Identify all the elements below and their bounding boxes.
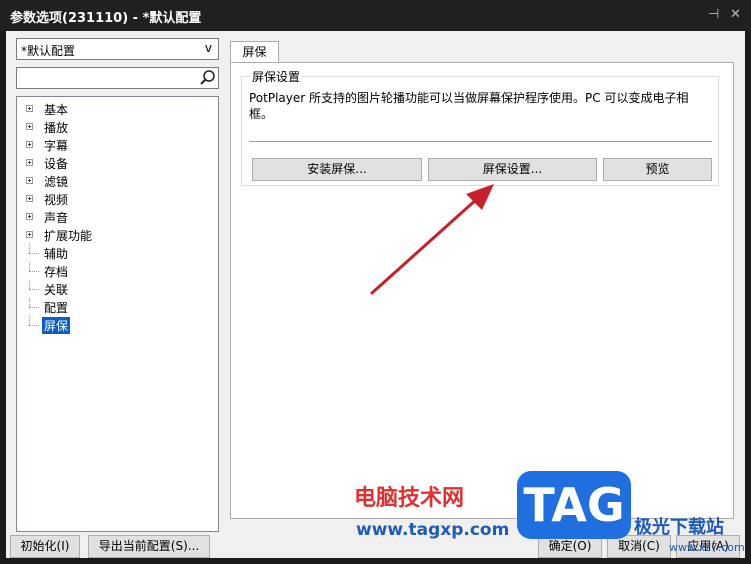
tree-item[interactable]: 播放 (17, 118, 217, 136)
tree-item-label: 扩展功能 (44, 229, 93, 243)
tree-item[interactable]: 扩展功能 (17, 226, 217, 244)
watermark-logo: TAG (517, 471, 631, 539)
expand-icon[interactable] (26, 105, 33, 112)
tree-item-label: 声音 (44, 211, 69, 225)
expand-icon[interactable] (26, 195, 33, 202)
watermark-url-2: www.xz7.com (669, 541, 745, 554)
expand-icon[interactable] (26, 177, 33, 184)
expand-icon[interactable] (26, 123, 33, 130)
tree-item-label: 辅助 (44, 247, 69, 261)
export-config-button[interactable]: 导出当前配置(S)... (88, 535, 210, 558)
preview-button[interactable]: 预览 (603, 158, 712, 181)
reset-button[interactable]: 初始化(I) (10, 535, 80, 558)
group-title: 屏保设置 (250, 68, 303, 85)
dialog-client: *默认配置 v 基本 播放 字幕 设备 滤镜 视频 声音 扩展功能 辅助 存档 关联 配置 屏保 屏保 … (6, 31, 745, 558)
screensaver-group: 屏保设置 PotPlayer 所支持的图片轮播功能可以当做屏幕保护程序使用。PC… (241, 68, 719, 186)
watermark-site: 极光下载站 (634, 517, 724, 538)
tree-connector (29, 271, 39, 272)
screensaver-settings-button[interactable]: 屏保设置... (428, 158, 597, 181)
tree-item[interactable]: 屏保 (17, 316, 217, 334)
tree-item-label: 字幕 (44, 139, 69, 153)
tree-connector (29, 307, 39, 308)
tree-item[interactable]: 关联 (17, 280, 217, 298)
tree-item-label: 存档 (44, 265, 69, 279)
watermark-text: 电脑技术网 (354, 486, 465, 511)
tree-item[interactable]: 配置 (17, 298, 217, 316)
watermark-url: www.tagxp.com (356, 520, 510, 540)
tree-item[interactable]: 设备 (17, 154, 217, 172)
tree-item[interactable]: 字幕 (17, 136, 217, 154)
expand-icon[interactable] (26, 231, 33, 238)
chevron-down-icon: v (204, 41, 212, 55)
tree-item[interactable]: 辅助 (17, 244, 217, 262)
tree-item-label: 关联 (44, 283, 69, 297)
title-bar: 参数选项(231110) - *默认配置 ⊣ ✕ (0, 0, 751, 31)
expand-icon[interactable] (26, 213, 33, 220)
tree-connector (29, 262, 30, 271)
preset-value: *默认配置 (21, 44, 76, 58)
tree-connector (29, 325, 39, 326)
tree-connector (29, 253, 39, 254)
expand-icon[interactable] (26, 159, 33, 166)
description-text: PotPlayer 所支持的图片轮播功能可以当做屏幕保护程序使用。PC 可以变成… (249, 91, 689, 121)
tree-item-label: 视频 (44, 193, 69, 207)
tree-item[interactable]: 滤镜 (17, 172, 217, 190)
preset-dropdown[interactable]: *默认配置 v (16, 38, 219, 60)
settings-tree[interactable]: 基本播放字幕设备滤镜视频声音扩展功能辅助存档关联配置屏保 (16, 96, 219, 532)
tree-item[interactable]: 视频 (17, 190, 217, 208)
tree-connector (29, 289, 39, 290)
close-icon[interactable]: ✕ (730, 7, 741, 23)
pin-icon[interactable]: ⊣ (708, 7, 719, 23)
settings-panel: 屏保设置 PotPlayer 所支持的图片轮播功能可以当做屏幕保护程序使用。PC… (230, 62, 734, 519)
install-screensaver-button[interactable]: 安装屏保... (252, 158, 422, 181)
tree-connector (29, 316, 30, 325)
window-title: 参数选项(231110) - *默认配置 (10, 11, 202, 26)
search-icon[interactable] (196, 68, 218, 88)
tree-item[interactable]: 声音 (17, 208, 217, 226)
tree-item[interactable]: 基本 (17, 100, 217, 118)
tree-item-label: 设备 (44, 157, 69, 171)
tree-item-label: 滤镜 (44, 175, 69, 189)
tree-connector (29, 244, 30, 253)
expand-icon[interactable] (26, 141, 33, 148)
search-input[interactable] (16, 67, 219, 89)
tree-item-label: 基本 (44, 103, 69, 117)
tree-item-label: 播放 (44, 121, 69, 135)
tree-item-label: 屏保 (42, 317, 71, 334)
tree-connector (29, 280, 30, 289)
tree-item[interactable]: 存档 (17, 262, 217, 280)
tab-screensaver[interactable]: 屏保 (230, 41, 279, 63)
tree-connector (29, 298, 30, 307)
tree-item-label: 配置 (44, 301, 69, 315)
divider (249, 141, 712, 142)
